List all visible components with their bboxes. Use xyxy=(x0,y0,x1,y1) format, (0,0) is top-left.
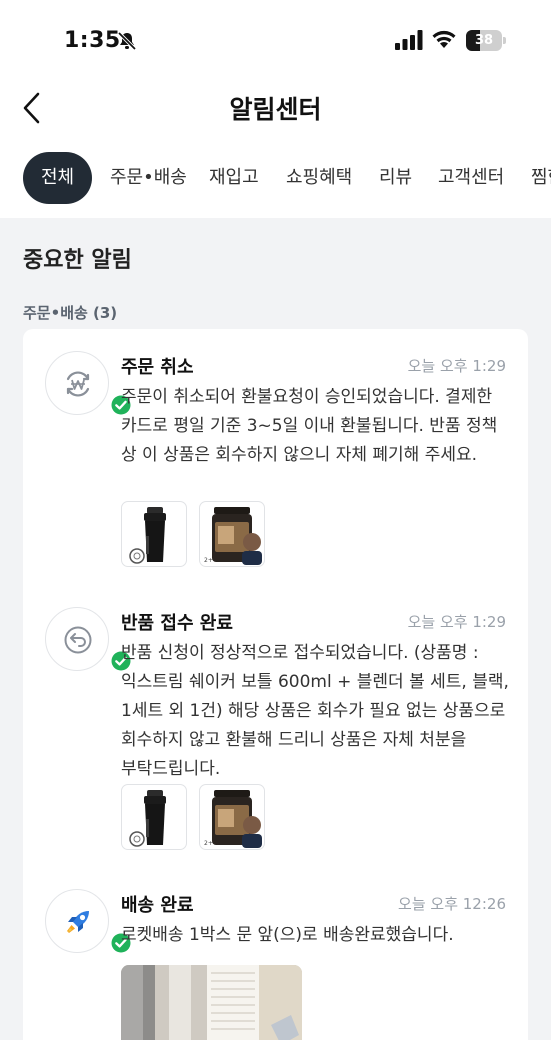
notification-body: 반품 신청이 정상적으로 접수되었습니다. (상품명 : 익스트림 쉐이커 보틀… xyxy=(121,643,509,779)
notification-body: 주문이 취소되어 환불요청이 승인되었습니다. 결제한 카드로 평일 기준 3~… xyxy=(121,387,498,465)
tab-restock[interactable]: 재입고 xyxy=(209,152,259,204)
battery-indicator: 38 xyxy=(466,30,506,51)
status-bar: 1:35 38 xyxy=(0,0,551,80)
protein-tub-image[interactable]: 2+ xyxy=(199,501,265,567)
notification-time: 오늘 오후 12:26 xyxy=(398,895,506,913)
battery-level: 38 xyxy=(474,33,494,48)
notification-body: 로켓배송 1박스 문 앞(으)로 배송완료했습니다. xyxy=(121,925,454,945)
notification-title: 반품 접수 완료 xyxy=(121,613,233,634)
delivery-photo[interactable] xyxy=(121,965,302,1040)
svg-text:2+: 2+ xyxy=(204,557,213,564)
notification-icon-wrapper xyxy=(45,607,132,672)
tab-shopping-benefits[interactable]: 쇼핑혜택 xyxy=(286,152,352,204)
wifi-icon xyxy=(432,30,456,48)
shaker-bottle-image[interactable] xyxy=(121,501,187,567)
page-title: 알림센터 xyxy=(229,95,322,124)
group-label: 주문•배송 (3) xyxy=(23,304,118,322)
protein-tub-image[interactable]: 2+ xyxy=(199,784,265,850)
signal-icon xyxy=(395,30,423,50)
notification-icon-wrapper xyxy=(45,889,132,954)
notification-item[interactable]: 배송 완료 오늘 오후 12:26 로켓배송 1박스 문 앞(으)로 배송완료했… xyxy=(23,889,528,1040)
tab-reviews[interactable]: 리뷰 xyxy=(379,152,412,204)
refund-won-icon xyxy=(66,371,90,397)
notification-icon-wrapper xyxy=(45,351,132,416)
notification-title: 주문 취소 xyxy=(121,357,194,378)
bell-off-icon xyxy=(117,31,137,51)
category-tabs: 전체 주문•배송 재입고 쇼핑혜택 리뷰 고객센터 찜한 xyxy=(0,148,551,210)
tab-customer-center[interactable]: 고객센터 xyxy=(438,152,504,204)
notification-item[interactable]: 주문 취소 오늘 오후 1:29 주문이 취소되어 환불요청이 승인되었습니다.… xyxy=(23,351,528,571)
status-time: 1:35 xyxy=(64,28,121,53)
notification-title: 배송 완료 xyxy=(121,895,194,916)
tab-all[interactable]: 전체 xyxy=(23,152,93,204)
section-title: 중요한 알림 xyxy=(23,248,132,273)
notification-content: 중요한 알림 주문•배송 (3) 주문 취소 오늘 오후 1:29 주문이 취소… xyxy=(0,218,551,1040)
app-header: 알림센터 xyxy=(0,80,551,140)
shaker-bottle-image[interactable] xyxy=(121,784,187,850)
rocket-icon xyxy=(67,911,89,933)
tab-order-delivery[interactable]: 주문•배송 xyxy=(110,152,187,204)
notification-time: 오늘 오후 1:29 xyxy=(407,613,506,631)
notification-card: 주문 취소 오늘 오후 1:29 주문이 취소되어 환불요청이 승인되었습니다.… xyxy=(23,329,528,1040)
tab-wishlist[interactable]: 찜한 xyxy=(531,152,551,204)
svg-text:2+: 2+ xyxy=(204,840,213,847)
notification-item[interactable]: 반품 접수 완료 오늘 오후 1:29 반품 신청이 정상적으로 접수되었습니다… xyxy=(23,607,528,853)
return-arrow-icon xyxy=(64,626,92,654)
notification-time: 오늘 오후 1:29 xyxy=(407,357,506,375)
